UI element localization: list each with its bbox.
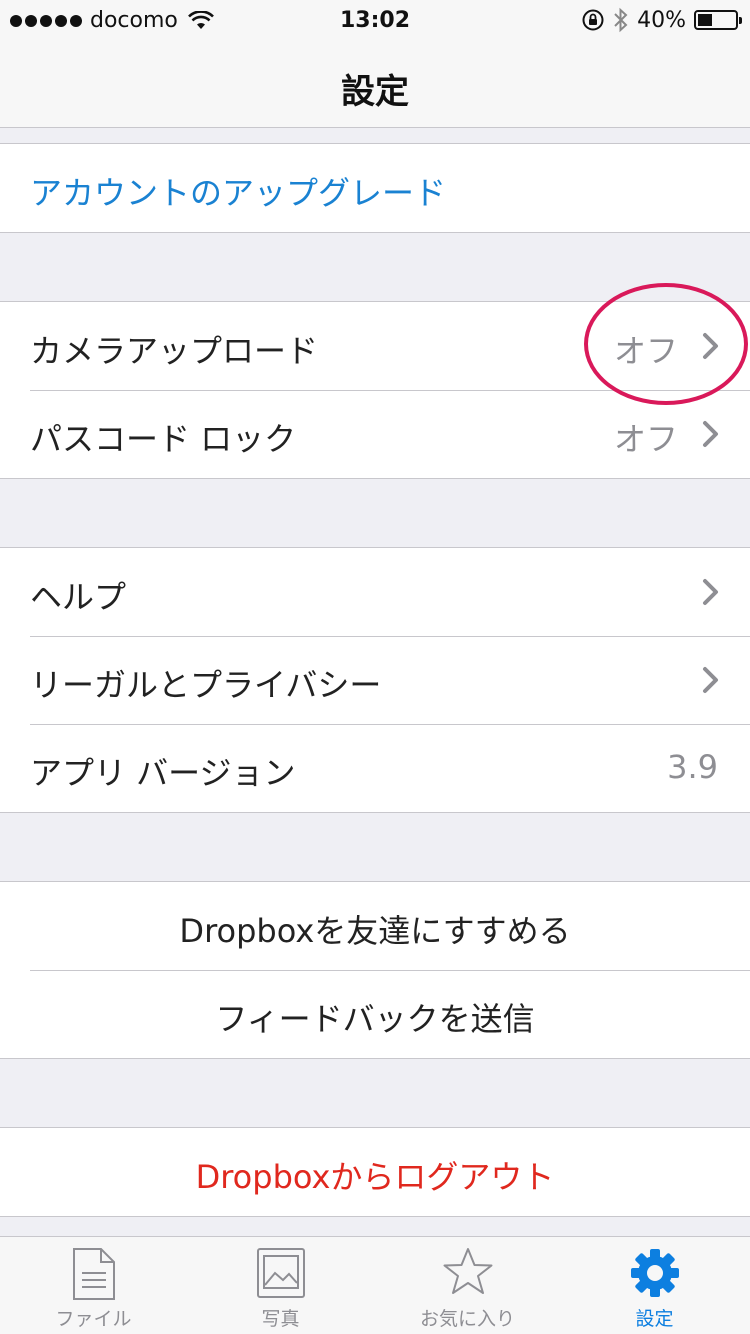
tab-files[interactable]: ファイル xyxy=(0,1237,187,1334)
tab-favorites[interactable]: お気に入り xyxy=(374,1237,561,1334)
tab-files-label: ファイル xyxy=(55,1308,132,1330)
chevron-right-icon xyxy=(703,421,718,447)
upgrade-group: アカウントのアップグレード xyxy=(0,143,750,233)
help-row[interactable]: ヘルプ xyxy=(0,548,750,636)
tab-settings[interactable]: 設定 xyxy=(561,1237,748,1334)
star-icon xyxy=(443,1248,492,1294)
send-feedback-button[interactable]: フィードバックを送信 xyxy=(0,994,750,1040)
tab-photos-label: 写真 xyxy=(261,1308,300,1330)
passcode-lock-row[interactable]: パスコード ロック オフ xyxy=(0,390,750,478)
chevron-right-icon xyxy=(703,579,718,605)
app-version-row: アプリ バージョン 3.9 xyxy=(0,724,750,812)
upgrade-account-link[interactable]: アカウントのアップグレード xyxy=(30,168,446,214)
help-label: ヘルプ xyxy=(30,578,127,616)
share-group: Dropboxを友達にすすめる フィードバックを送信 xyxy=(0,881,750,1059)
page-title: 設定 xyxy=(341,72,409,112)
annotation-circle xyxy=(584,283,748,405)
legal-privacy-label: リーガルとプライバシー xyxy=(30,666,382,704)
camera-upload-label: カメラアップロード xyxy=(30,332,319,370)
tab-favorites-label: お気に入り xyxy=(419,1308,515,1330)
gear-icon xyxy=(630,1249,679,1297)
logout-button[interactable]: Dropboxからログアウト xyxy=(0,1152,750,1198)
photo-icon xyxy=(256,1248,305,1298)
status-bar: docomo 13:02 40% xyxy=(0,0,750,40)
status-right: 40% xyxy=(581,7,742,33)
about-group: ヘルプ リーガルとプライバシー アプリ バージョン 3.9 xyxy=(0,547,750,813)
chevron-right-icon xyxy=(703,667,718,693)
app-version-label: アプリ バージョン xyxy=(30,754,296,792)
orientation-lock-icon xyxy=(582,9,604,31)
recommend-dropbox-button[interactable]: Dropboxを友達にすすめる xyxy=(0,906,750,952)
settings-list[interactable]: アカウントのアップグレード カメラアップロード オフ パスコード ロック オフ … xyxy=(0,128,750,1236)
upgrade-account-row[interactable]: アカウントのアップグレード xyxy=(0,144,750,232)
logout-row[interactable]: Dropboxからログアウト xyxy=(0,1128,750,1216)
file-icon xyxy=(72,1248,115,1300)
tab-settings-label: 設定 xyxy=(635,1308,674,1330)
battery-percent: 40% xyxy=(637,7,686,33)
legal-privacy-row[interactable]: リーガルとプライバシー xyxy=(0,636,750,724)
battery-icon xyxy=(694,10,742,30)
logout-group: Dropboxからログアウト xyxy=(0,1127,750,1217)
feedback-row[interactable]: フィードバックを送信 xyxy=(0,970,750,1058)
passcode-lock-label: パスコード ロック xyxy=(30,420,297,458)
battery-level-fill xyxy=(698,14,713,26)
navigation-bar: 設定 xyxy=(0,40,750,128)
tab-photos[interactable]: 写真 xyxy=(187,1237,374,1334)
app-version-value: 3.9 xyxy=(667,748,718,786)
bluetooth-icon xyxy=(614,7,628,33)
tab-bar: ファイル 写真 お気に入り 設定 xyxy=(0,1236,750,1334)
recommend-row[interactable]: Dropboxを友達にすすめる xyxy=(0,882,750,970)
passcode-lock-value: オフ xyxy=(613,420,678,458)
